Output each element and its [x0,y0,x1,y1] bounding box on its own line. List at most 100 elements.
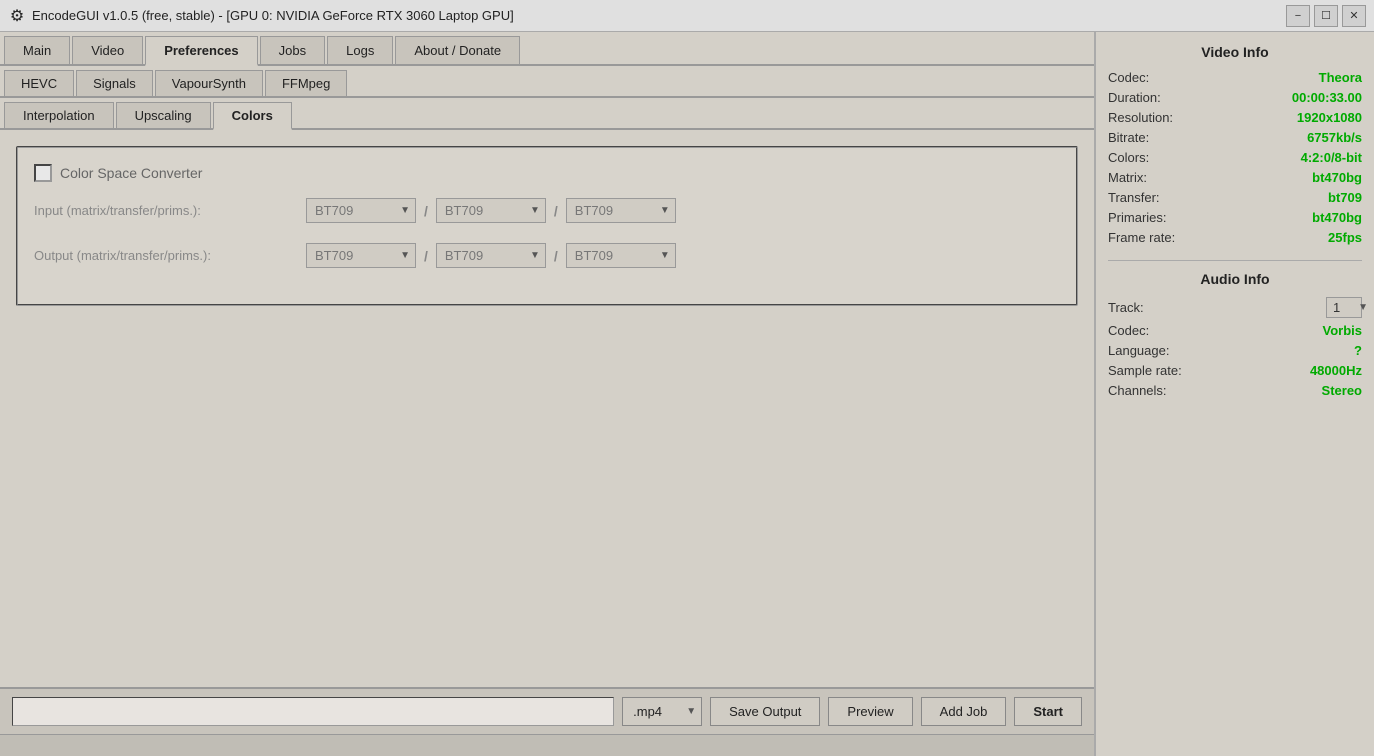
audio-samplerate-label: Sample rate: [1108,363,1182,378]
input-matrix-select[interactable]: BT709 BT601 BT2020 [306,198,416,223]
audio-samplerate-value: 48000Hz [1310,363,1362,378]
tab-preferences[interactable]: Preferences [145,36,257,66]
input-transfer-select[interactable]: BT709 BT601 BT2020 [436,198,546,223]
title-bar: ⚙ EncodeGUI v1.0.5 (free, stable) - [GPU… [0,0,1374,32]
window-title: EncodeGUI v1.0.5 (free, stable) - [GPU 0… [32,8,514,23]
video-info-matrix-row: Matrix: bt470bg [1108,170,1362,185]
tab-logs[interactable]: Logs [327,36,393,64]
input-label: Input (matrix/transfer/prims.): [34,203,294,218]
minimize-button[interactable]: − [1286,5,1310,27]
output-row: Output (matrix/transfer/prims.): BT709 B… [34,243,1060,268]
video-primaries-label: Primaries: [1108,210,1167,225]
audio-track-label: Track: [1108,300,1144,315]
video-transfer-label: Transfer: [1108,190,1160,205]
video-info-bitrate-row: Bitrate: 6757kb/s [1108,130,1362,145]
video-primaries-value: bt470bg [1312,210,1362,225]
tab-upscaling[interactable]: Upscaling [116,102,211,128]
audio-info-codec-row: Codec: Vorbis [1108,323,1362,338]
video-bitrate-value: 6757kb/s [1307,130,1362,145]
video-transfer-value: bt709 [1328,190,1362,205]
maximize-button[interactable]: ☐ [1314,5,1338,27]
audio-info-language-row: Language: ? [1108,343,1362,358]
output-matrix-wrap: BT709 BT601 BT2020 ▼ [306,243,416,268]
video-info-resolution-row: Resolution: 1920x1080 [1108,110,1362,125]
video-resolution-label: Resolution: [1108,110,1173,125]
output-prims-wrap: BT709 BT601 BT2020 ▼ [566,243,676,268]
tab-hevc[interactable]: HEVC [4,70,74,96]
tab-main[interactable]: Main [4,36,70,64]
output-label: Output (matrix/transfer/prims.): [34,248,294,263]
tab-video[interactable]: Video [72,36,143,64]
video-resolution-value: 1920x1080 [1297,110,1362,125]
tab-vapoursynth[interactable]: VapourSynth [155,70,263,96]
video-codec-label: Codec: [1108,70,1149,85]
video-info-title: Video Info [1108,44,1362,60]
output-transfer-select[interactable]: BT709 BT601 BT2020 [436,243,546,268]
output-path-input[interactable] [12,697,614,726]
audio-channels-value: Stereo [1322,383,1362,398]
audio-info-title: Audio Info [1108,271,1362,287]
tab-interpolation[interactable]: Interpolation [4,102,114,128]
audio-channels-label: Channels: [1108,383,1167,398]
video-matrix-label: Matrix: [1108,170,1147,185]
video-bitrate-label: Bitrate: [1108,130,1149,145]
input-sep-2: / [554,203,558,219]
audio-language-value: ? [1354,343,1362,358]
app-body: Main Video Preferences Jobs Logs About /… [0,32,1374,756]
color-space-converter-checkbox[interactable] [34,164,52,182]
video-duration-label: Duration: [1108,90,1161,105]
main-content: Main Video Preferences Jobs Logs About /… [0,32,1094,756]
title-bar-left: ⚙ EncodeGUI v1.0.5 (free, stable) - [GPU… [8,7,514,25]
track-select-wrap: 1 2 ▼ [1326,297,1362,318]
video-info-colors-row: Colors: 4:2:0/8-bit [1108,150,1362,165]
color-space-converter-label: Color Space Converter [60,165,202,181]
video-colors-value: 4:2:0/8-bit [1301,150,1362,165]
info-divider [1108,260,1362,261]
video-info-framerate-row: Frame rate: 25fps [1108,230,1362,245]
save-output-button[interactable]: Save Output [710,697,820,726]
video-info-transfer-row: Transfer: bt709 [1108,190,1362,205]
audio-codec-value: Vorbis [1323,323,1363,338]
video-matrix-value: bt470bg [1312,170,1362,185]
video-codec-value: Theora [1319,70,1362,85]
tab-about-donate[interactable]: About / Donate [395,36,520,64]
video-info-codec-row: Codec: Theora [1108,70,1362,85]
output-sep-2: / [554,248,558,264]
format-select[interactable]: .mp4 .mkv .mov .avi [622,697,702,726]
input-row: Input (matrix/transfer/prims.): BT709 BT… [34,198,1060,223]
output-matrix-select[interactable]: BT709 BT601 BT2020 [306,243,416,268]
tab-signals[interactable]: Signals [76,70,153,96]
tab-colors[interactable]: Colors [213,102,292,130]
input-sep-1: / [424,203,428,219]
colors-panel: Color Space Converter Input (matrix/tran… [16,146,1078,306]
status-bar [0,734,1094,756]
output-prims-select[interactable]: BT709 BT601 BT2020 [566,243,676,268]
input-selects: BT709 BT601 BT2020 ▼ / BT709 BT601 BT2 [306,198,676,223]
audio-info-track-row: Track: 1 2 ▼ [1108,297,1362,318]
video-info-primaries-row: Primaries: bt470bg [1108,210,1362,225]
content-area: Color Space Converter Input (matrix/tran… [0,130,1094,687]
audio-track-select[interactable]: 1 2 [1326,297,1362,318]
format-select-wrap: .mp4 .mkv .mov .avi ▼ [622,697,702,726]
video-framerate-label: Frame rate: [1108,230,1175,245]
start-button[interactable]: Start [1014,697,1082,726]
audio-info-channels-row: Channels: Stereo [1108,383,1362,398]
audio-codec-label: Codec: [1108,323,1149,338]
nav-tabs-level-2: HEVC Signals VapourSynth FFMpeg [0,66,1094,98]
nav-tabs-level-1: Main Video Preferences Jobs Logs About /… [0,32,1094,66]
preview-button[interactable]: Preview [828,697,912,726]
tab-ffmpeg[interactable]: FFMpeg [265,70,347,96]
add-job-button[interactable]: Add Job [921,697,1007,726]
audio-info-samplerate-row: Sample rate: 48000Hz [1108,363,1362,378]
nav-tabs-level-3: Interpolation Upscaling Colors [0,98,1094,130]
video-info-duration-row: Duration: 00:00:33.00 [1108,90,1362,105]
input-transfer-wrap: BT709 BT601 BT2020 ▼ [436,198,546,223]
bottom-bar: .mp4 .mkv .mov .avi ▼ Save Output Previe… [0,687,1094,734]
app-icon: ⚙ [8,7,26,25]
input-prims-wrap: BT709 BT601 BT2020 ▼ [566,198,676,223]
output-sep-1: / [424,248,428,264]
tab-jobs[interactable]: Jobs [260,36,325,64]
input-prims-select[interactable]: BT709 BT601 BT2020 [566,198,676,223]
title-bar-controls: − ☐ ✕ [1286,5,1366,27]
close-button[interactable]: ✕ [1342,5,1366,27]
